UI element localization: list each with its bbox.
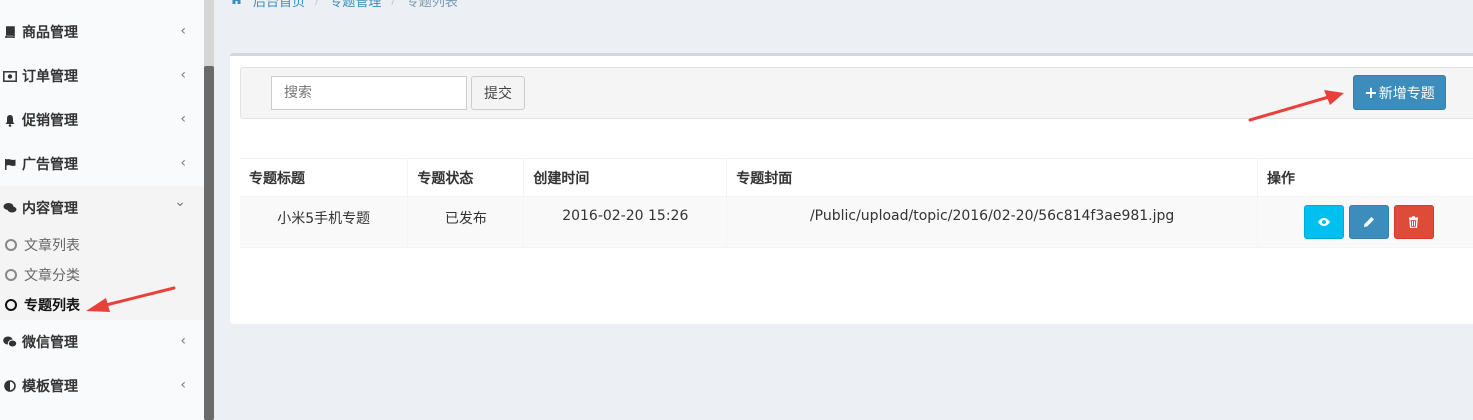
circle-icon [5,239,17,251]
cell-status: 已发布 [407,196,525,248]
sidebar-subitem-label: 文章分类 [24,268,80,284]
edit-button[interactable] [1348,205,1389,239]
cell-cover: /Public/upload/topic/2016/02-20/56c814f3… [726,196,1259,248]
table-header-row: 专题标题 专题状态 创建时间 专题封面 操作 [240,158,1473,197]
sidebar-subitem-label: 专题列表 [24,298,80,314]
sidebar-item-label: 模板管理 [22,379,78,395]
cell-actions [1257,196,1473,248]
chevron-left-icon: ‹ [180,333,186,349]
chevron-down-icon: ⌄ [174,194,186,210]
sidebar-subitem-article-list[interactable]: 文章列表 [0,230,204,260]
money-icon [3,69,17,83]
chevron-left-icon: ‹ [180,155,186,171]
sidebar-item-ads[interactable]: 广告管理 ‹ [0,142,204,186]
sidebar-item-label: 促销管理 [22,113,78,129]
chevron-left-icon: ‹ [180,377,186,393]
circle-icon [5,299,17,311]
sidebar-scrollbar-thumb[interactable] [204,66,214,420]
chevron-left-icon: ‹ [180,111,186,127]
adjust-icon [3,379,17,393]
column-header-cover[interactable]: 专题封面 [726,158,1259,197]
bell-icon [3,113,17,127]
eye-icon [1317,218,1330,226]
breadcrumb-separator: / [391,0,396,8]
breadcrumb-section-link[interactable]: 专题管理 [329,0,381,10]
pencil-icon [1363,217,1374,227]
plus-icon: + [1364,83,1378,102]
book-icon [3,25,17,39]
view-button[interactable] [1303,205,1344,239]
search-input[interactable] [271,76,467,110]
column-header-title[interactable]: 专题标题 [240,158,409,197]
sidebar-item-label: 广告管理 [22,157,78,173]
sidebar: 商品管理 ‹ 订单管理 ‹ 促销管理 ‹ 广告管理 ‹ 内容管理 ⌄ 文章列表 [0,0,204,420]
sidebar-item-goods[interactable]: 商品管理 ‹ [0,10,204,54]
annotation-arrow-topic-list [86,286,176,312]
trash-icon [1409,216,1418,228]
sidebar-item-promotions[interactable]: 促销管理 ‹ [0,98,204,142]
breadcrumb-separator: / [315,0,320,8]
breadcrumb: 后台首页 / 专题管理 / 专题列表 [230,0,458,10]
submit-button[interactable]: 提交 [471,76,525,110]
chevron-left-icon: ‹ [180,67,186,83]
wechat-icon [3,335,17,349]
sidebar-item-label: 内容管理 [22,201,78,217]
column-header-actions: 操作 [1257,158,1473,197]
table-row: 小米5手机专题 已发布 2016-02-20 15:26 /Public/upl… [240,196,1473,248]
main-content: 后台首页 / 专题管理 / 专题列表 提交 + 新增专题 专题标题 专题状态 创… [214,0,1473,420]
add-topic-label: 新增专题 [1378,85,1435,102]
breadcrumb-current: 专题列表 [405,0,458,10]
sidebar-item-label: 商品管理 [22,25,78,41]
topic-table: 专题标题 专题状态 创建时间 专题封面 操作 小米5手机专题 已发布 2016-… [240,158,1473,248]
column-header-created[interactable]: 创建时间 [523,158,728,197]
flag-icon [3,157,17,171]
sidebar-subitem-label: 文章列表 [24,238,80,254]
column-header-status[interactable]: 专题状态 [407,158,525,197]
add-topic-button[interactable]: + 新增专题 [1353,75,1446,110]
sidebar-item-orders[interactable]: 订单管理 ‹ [0,54,204,98]
delete-button[interactable] [1393,205,1434,239]
sidebar-item-templates[interactable]: 模板管理 ‹ [0,364,204,408]
sidebar-item-wechat[interactable]: 微信管理 ‹ [0,320,204,364]
cell-created: 2016-02-20 15:26 [523,196,728,248]
home-icon [230,0,243,9]
sidebar-item-label: 微信管理 [22,335,78,351]
circle-icon [5,269,17,281]
cell-title: 小米5手机专题 [240,196,409,248]
sidebar-item-content[interactable]: 内容管理 ⌄ [0,186,204,230]
annotation-arrow-add-button [1248,90,1344,122]
sidebar-item-label: 订单管理 [22,69,78,85]
comments-icon [3,201,17,215]
chevron-left-icon: ‹ [180,23,186,39]
breadcrumb-home-link[interactable]: 后台首页 [253,0,305,10]
